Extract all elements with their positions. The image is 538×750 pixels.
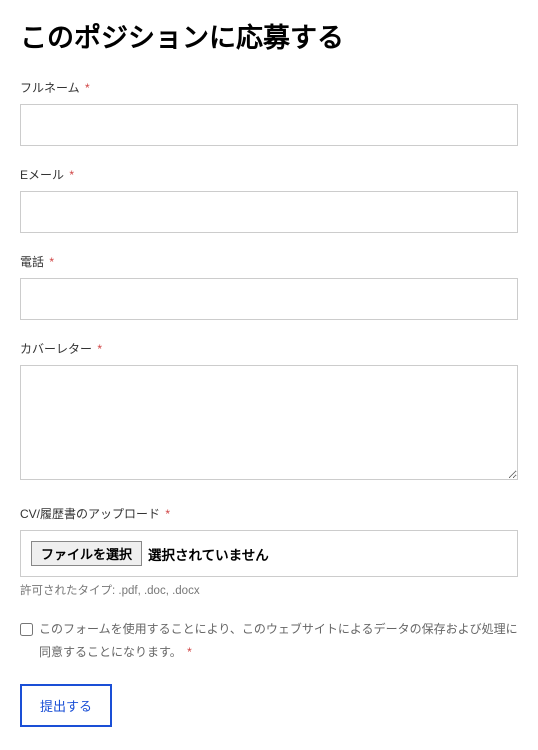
required-mark: * <box>69 168 74 182</box>
file-status-text: 選択されていません <box>148 544 269 564</box>
consent-text: このフォームを使用することにより、このウェブサイトによるデータの保存および処理に… <box>39 618 518 664</box>
consent-checkbox[interactable] <box>20 623 33 636</box>
cv-upload-label: CV/履歴書のアップロード * <box>20 505 518 522</box>
file-choose-button[interactable]: ファイルを選択 <box>31 541 142 566</box>
cover-letter-label: カバーレター * <box>20 340 518 357</box>
required-mark: * <box>165 507 170 521</box>
email-input[interactable] <box>20 191 518 233</box>
required-mark: * <box>85 81 90 95</box>
required-mark: * <box>49 255 54 269</box>
fullname-label: フルネーム * <box>20 79 518 96</box>
cv-upload-box: ファイルを選択 選択されていません <box>20 530 518 577</box>
application-form: フルネーム * Eメール * 電話 * カバーレター * CV/履歴書のアップロ… <box>20 79 518 727</box>
phone-label: 電話 * <box>20 253 518 270</box>
form-title: このポジションに応募する <box>20 16 518 55</box>
required-mark: * <box>187 645 192 659</box>
fullname-input[interactable] <box>20 104 518 146</box>
file-type-hint: 許可されたタイプ: .pdf, .doc, .docx <box>20 582 518 598</box>
submit-button[interactable]: 提出する <box>20 684 112 727</box>
required-mark: * <box>97 342 102 356</box>
email-label: Eメール * <box>20 166 518 183</box>
phone-input[interactable] <box>20 278 518 320</box>
cover-letter-textarea[interactable] <box>20 365 518 480</box>
